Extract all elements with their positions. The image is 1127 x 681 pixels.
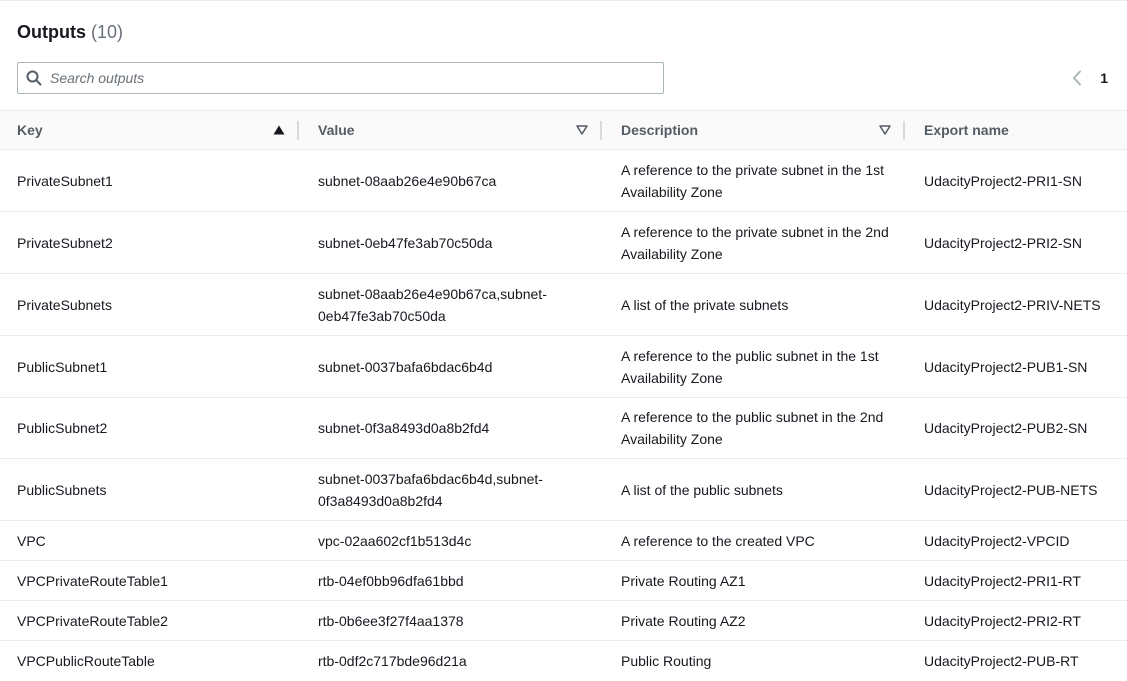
cell-export-name: UdacityProject2-PUB1-SN	[924, 358, 1088, 375]
cell-description: A reference to the public subnet in the …	[621, 347, 879, 386]
search-icon	[18, 63, 50, 93]
cell-key: VPCPrivateRouteTable1	[17, 572, 168, 589]
cell-key: PrivateSubnet1	[17, 172, 113, 189]
cell-description: Private Routing AZ2	[621, 612, 746, 629]
cell-export-name: UdacityProject2-PRI1-SN	[924, 172, 1082, 189]
outputs-table: Key Value Description Export name Privat…	[0, 110, 1127, 681]
column-header-value[interactable]: Value	[318, 111, 355, 149]
cell-export-name: UdacityProject2-PRIV-NETS	[924, 296, 1101, 313]
outputs-count: (10)	[91, 22, 124, 42]
cell-description: A reference to the created VPC	[621, 532, 815, 549]
outputs-header: Outputs (10)	[17, 22, 123, 46]
sort-ascending-filled-icon[interactable]	[272, 123, 286, 137]
cell-key: VPC	[17, 532, 46, 549]
sort-unsorted-icon[interactable]	[575, 123, 589, 137]
cell-description: Private Routing AZ1	[621, 572, 746, 589]
outputs-panel: Outputs (10) 1 Key Value	[0, 0, 1127, 679]
table-row: PublicSubnet2 subnet-0f3a8493d0a8b2fd4 A…	[0, 398, 1127, 459]
column-header-export-name: Export name	[924, 122, 1009, 138]
cell-description: Public Routing	[621, 653, 712, 669]
cell-value: subnet-0eb47fe3ab70c50da	[318, 234, 493, 251]
cell-key: PrivateSubnet2	[17, 234, 113, 251]
column-header-key[interactable]: Key	[17, 111, 43, 149]
table-row: PrivateSubnet2 subnet-0eb47fe3ab70c50da …	[0, 212, 1127, 274]
cell-key: VPCPublicRouteTable	[17, 653, 155, 669]
cell-value: rtb-0b6ee3f27f4aa1378	[318, 612, 464, 629]
cell-description: A reference to the private subnet in the…	[621, 223, 889, 262]
cell-value: subnet-08aab26e4e90b67ca	[318, 172, 497, 189]
table-row: PublicSubnets subnet-0037bafa6bdac6b4d,s…	[0, 459, 1127, 521]
search-input[interactable]	[50, 64, 663, 92]
cell-description: A list of the private subnets	[621, 296, 789, 313]
cell-value: subnet-08aab26e4e90b67ca,subnet-0eb47fe3…	[318, 285, 547, 324]
column-resizer[interactable]	[297, 121, 299, 140]
cell-export-name: UdacityProject2-PUB-RT	[924, 653, 1079, 669]
cell-value: rtb-04ef0bb96dfa61bbd	[318, 572, 464, 589]
cell-export-name: UdacityProject2-PRI1-RT	[924, 572, 1081, 589]
table-header: Key Value Description Export name	[0, 110, 1127, 150]
column-resizer[interactable]	[903, 121, 905, 140]
pagination: 1	[1066, 67, 1108, 89]
cell-description: A list of the public subnets	[621, 481, 783, 498]
outputs-title: Outputs	[17, 22, 86, 42]
cell-key: PrivateSubnets	[17, 296, 112, 313]
cell-export-name: UdacityProject2-PRI2-SN	[924, 234, 1082, 251]
cell-export-name: UdacityProject2-PUB-NETS	[924, 481, 1098, 498]
cell-export-name: UdacityProject2-PRI2-RT	[924, 612, 1081, 629]
cell-value: vpc-02aa602cf1b513d4c	[318, 532, 472, 549]
cell-key: VPCPrivateRouteTable2	[17, 612, 168, 629]
cell-value: subnet-0037bafa6bdac6b4d,subnet-0f3a8493…	[318, 470, 543, 509]
cell-key: PublicSubnet1	[17, 358, 108, 375]
cell-value: subnet-0f3a8493d0a8b2fd4	[318, 420, 490, 436]
table-row: PublicSubnet1 subnet-0037bafa6bdac6b4d A…	[0, 336, 1127, 398]
table-row: PrivateSubnet1 subnet-08aab26e4e90b67ca …	[0, 150, 1127, 212]
column-resizer[interactable]	[600, 121, 602, 140]
cell-export-name: UdacityProject2-PUB2-SN	[924, 420, 1088, 436]
table-row: VPCPrivateRouteTable1 rtb-04ef0bb96dfa61…	[0, 561, 1127, 601]
table-row: VPCPublicRouteTable rtb-0df2c717bde96d21…	[0, 641, 1127, 681]
table-row: PrivateSubnets subnet-08aab26e4e90b67ca,…	[0, 274, 1127, 336]
pagination-current-page[interactable]: 1	[1100, 70, 1108, 86]
cell-key: PublicSubnets	[17, 481, 107, 498]
cell-value: subnet-0037bafa6bdac6b4d	[318, 358, 493, 375]
cell-description: A reference to the private subnet in the…	[621, 161, 885, 200]
cell-value: rtb-0df2c717bde96d21a	[318, 653, 467, 669]
table-row: VPC vpc-02aa602cf1b513d4c A reference to…	[0, 521, 1127, 561]
sort-unsorted-icon[interactable]	[878, 123, 892, 137]
chevron-left-icon[interactable]	[1066, 67, 1088, 89]
cell-description: A reference to the public subnet in the …	[621, 409, 884, 447]
search-box[interactable]	[17, 62, 664, 94]
cell-key: PublicSubnet2	[17, 420, 108, 436]
cell-export-name: UdacityProject2-VPCID	[924, 532, 1070, 549]
table-row: VPCPrivateRouteTable2 rtb-0b6ee3f27f4aa1…	[0, 601, 1127, 641]
column-header-description[interactable]: Description	[621, 111, 698, 149]
